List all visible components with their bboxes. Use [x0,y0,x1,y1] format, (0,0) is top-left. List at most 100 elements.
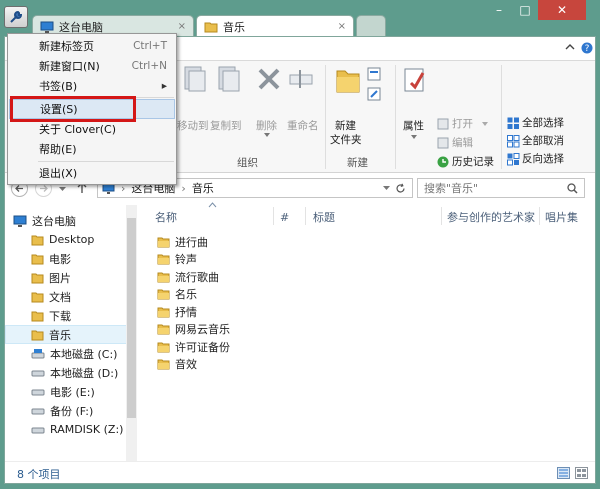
chevron-down-icon[interactable] [411,135,417,139]
arrow-left-icon [15,185,23,192]
breadcrumb-separator: › [181,181,186,195]
column-divider[interactable] [305,207,306,225]
new-item-icon[interactable] [367,67,385,81]
column-header-title[interactable]: 标题 [313,209,335,225]
drive-icon [31,389,45,395]
group-label-new: 新建 [347,157,368,169]
menu-item-bookmarks[interactable]: 书签(B) ▸ [9,76,175,96]
move-to-button[interactable]: 移动到 [177,119,209,133]
select-none-button[interactable]: 全部取消 [522,134,564,148]
folder-icon [157,359,170,370]
menu-item-shortcut: Ctrl+T [133,40,167,52]
column-header-name[interactable]: 名称 [155,209,177,225]
nav-item-drive-d[interactable]: 本地磁盘 (D:) [5,363,127,382]
edit-button[interactable]: 编辑 [452,136,473,150]
file-row[interactable]: 网易云音乐 [157,321,230,338]
nav-item-label: 本地磁盘 (D:) [50,366,119,380]
nav-item-drive-e[interactable]: 电影 (E:) [5,382,127,401]
nav-item-movies[interactable]: 电影 [5,249,127,268]
folder-icon [157,342,170,352]
breadcrumb-item[interactable]: 音乐 [192,180,214,196]
file-row[interactable]: 抒情 [157,303,197,320]
rename-button[interactable]: 重命名 [287,119,319,133]
computer-icon [40,21,54,33]
drive-icon [31,427,45,433]
history-button[interactable]: 历史记录 [452,155,494,169]
file-name: 进行曲 [175,235,208,249]
menu-item-about[interactable]: 关于 Clover(C) [9,119,175,139]
delete-button[interactable]: 删除 [256,119,277,133]
clover-menu-button[interactable] [4,6,28,28]
nav-item-drive-f[interactable]: 备份 (F:) [5,401,127,420]
watermark-logo: Bai经验 [468,434,572,464]
folder-icon [204,22,218,32]
file-row[interactable]: 铃声 [157,251,197,268]
file-row[interactable]: 进行曲 [157,233,208,250]
arrow-right-icon [40,185,48,192]
nav-item-downloads[interactable]: 下载 [5,306,127,325]
close-window-button[interactable]: ✕ [538,0,586,20]
open-button[interactable]: 打开 [452,117,473,131]
chevron-down-icon[interactable] [383,186,390,190]
chevron-down-icon[interactable] [565,43,575,51]
invert-selection-button[interactable]: 反向选择 [522,152,564,166]
file-row[interactable]: 名乐 [157,286,197,303]
ribbon-divider [395,65,396,169]
copy-to-button[interactable]: 复制到 [210,119,242,133]
select-all-icon [507,117,519,129]
menu-item-exit[interactable]: 退出(X) [9,163,175,183]
folder-icon [157,254,170,265]
menu-item-new-window[interactable]: 新建窗口(N) Ctrl+N [9,56,175,76]
file-row[interactable]: 流行歌曲 [157,268,219,285]
menu-item-label: 书签(B) [39,80,78,93]
refresh-icon[interactable] [395,183,406,194]
nav-item-documents[interactable]: 文档 [5,287,127,306]
nav-item-music[interactable]: 音乐 [5,325,127,344]
file-row[interactable]: 音效 [157,356,197,373]
submenu-arrow-icon: ▸ [161,80,167,92]
tab-close-button[interactable]: × [178,21,186,32]
column-header-album[interactable]: 唱片集 [545,209,578,225]
properties-button[interactable]: 属性 [403,119,424,133]
nav-item-label: 本地磁盘 (C:) [50,347,118,361]
nav-item-this-pc[interactable]: 这台电脑 [5,211,127,230]
menu-item-label: 退出(X) [39,167,78,180]
column-divider[interactable] [441,207,442,225]
tab-music[interactable]: 音乐 × [196,15,354,37]
tab-label: 音乐 [223,20,245,34]
menu-item-label: 新建标签页 [39,40,94,53]
nav-item-drive-z[interactable]: RAMDISK (Z:) [5,420,127,439]
column-divider[interactable] [273,207,274,225]
large-icons-view-icon[interactable] [575,467,588,479]
tab-close-button[interactable]: × [338,21,346,32]
rename-icon [289,70,313,88]
easy-access-icon[interactable] [367,87,385,101]
ribbon-divider [325,65,326,169]
column-header-artists[interactable]: 参与创作的艺术家 [447,209,535,225]
nav-item-pictures[interactable]: 图片 [5,268,127,287]
nav-item-drive-c[interactable]: 本地磁盘 (C:) [5,344,127,363]
minimize-button[interactable]: – [486,0,512,20]
maximize-button[interactable]: □ [512,0,538,20]
delete-icon [258,68,280,90]
chevron-down-icon[interactable] [482,122,488,126]
menu-item-help[interactable]: 帮助(E) [9,139,175,159]
chevron-down-icon[interactable] [264,133,270,137]
column-divider[interactable] [539,207,540,225]
menu-item-new-tab[interactable]: 新建标签页 Ctrl+T [9,36,175,56]
chevron-down-icon[interactable] [59,187,66,191]
nav-scrollbar-thumb[interactable] [127,218,136,418]
new-folder-label-2[interactable]: 文件夹 [330,133,362,147]
invert-selection-icon [507,153,520,166]
folder-icon [157,272,170,282]
help-icon[interactable]: ? [581,42,593,54]
new-tab-button[interactable] [356,15,386,37]
search-input[interactable]: 搜索"音乐" [417,178,585,198]
file-row[interactable]: 许可证备份 [157,338,230,355]
new-folder-label-1[interactable]: 新建 [335,119,356,133]
details-view-icon[interactable] [557,467,570,479]
column-header-number[interactable]: # [280,209,289,225]
select-all-button[interactable]: 全部选择 [522,116,564,130]
copy-to-icon [218,66,240,92]
nav-item-desktop[interactable]: Desktop [5,230,127,249]
